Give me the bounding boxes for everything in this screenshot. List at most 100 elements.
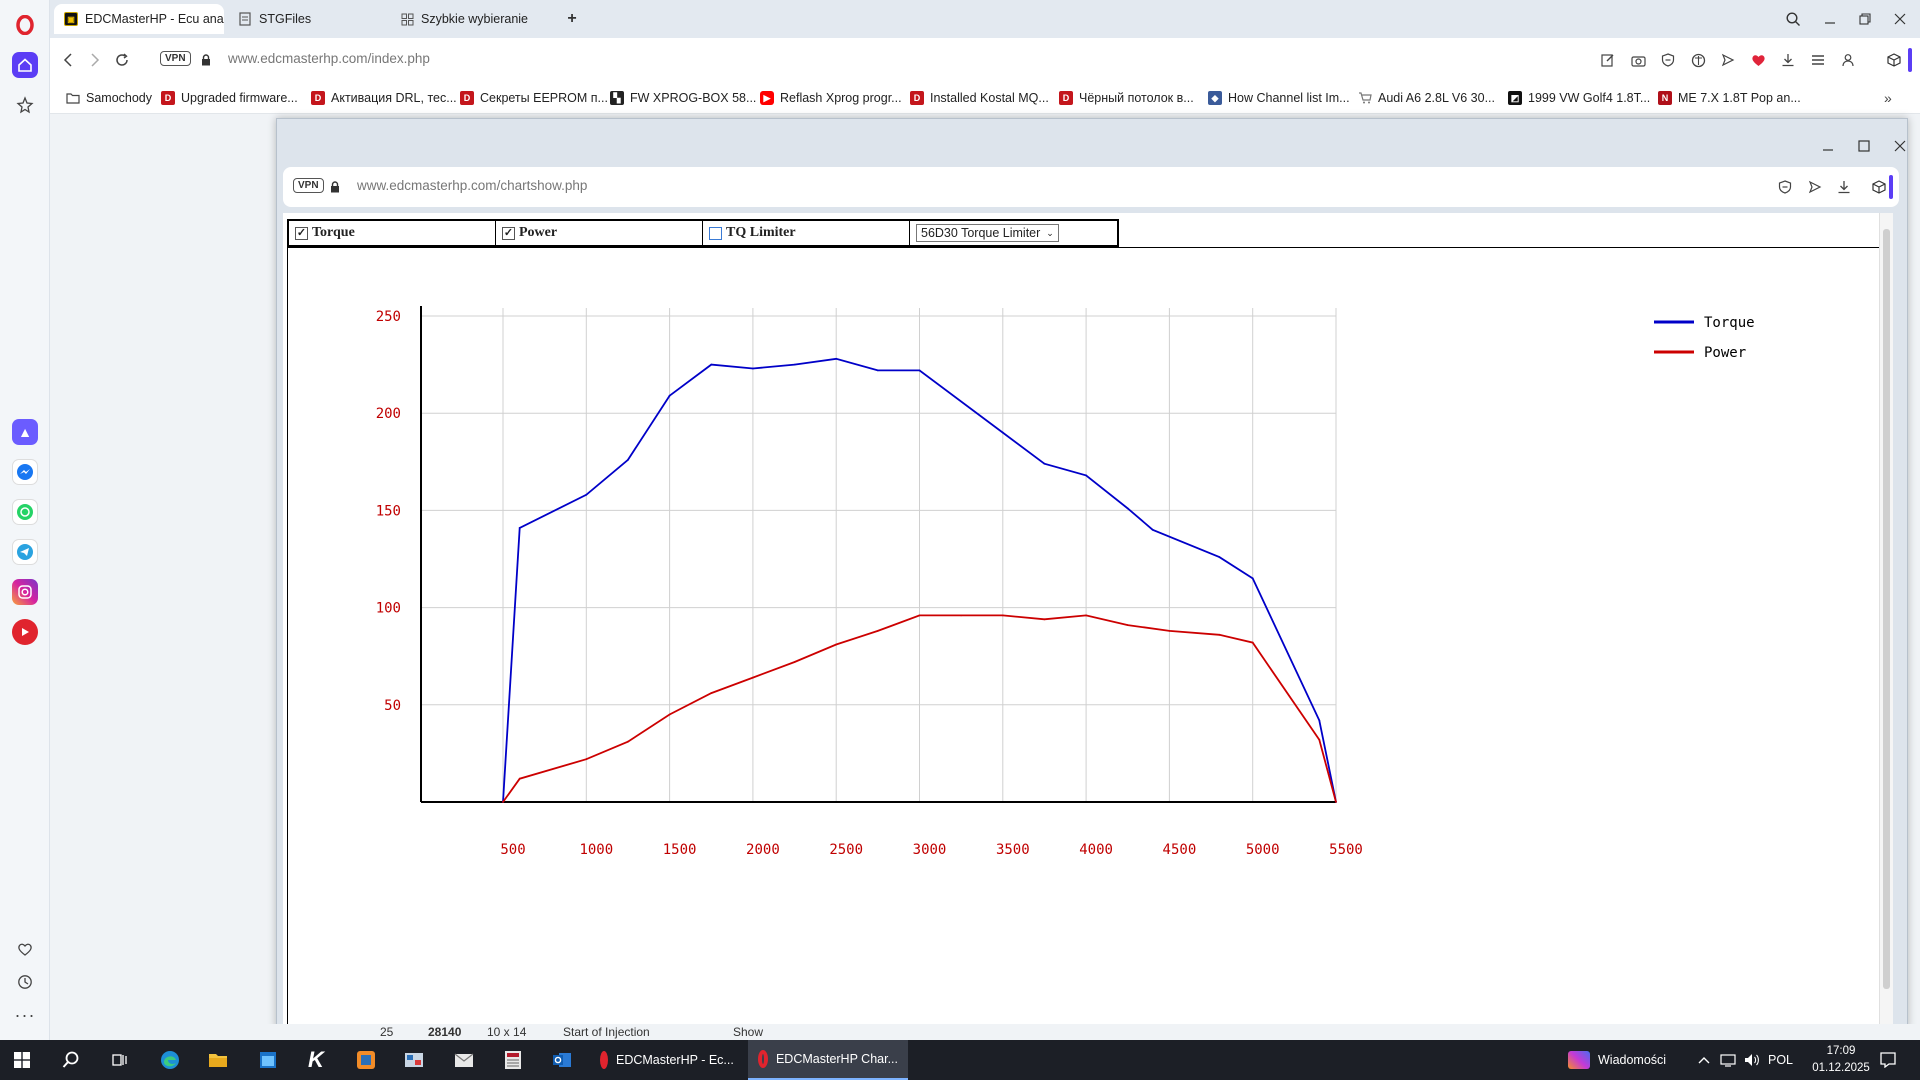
bookmark-item[interactable]: D Активация DRL, тес... <box>311 89 457 107</box>
heart-icon[interactable] <box>8 932 42 966</box>
bookmark-item[interactable]: D Upgraded firmware... <box>161 89 298 107</box>
restore-icon[interactable] <box>1850 6 1880 32</box>
adblock-icon[interactable] <box>1656 48 1680 72</box>
popup-scrollbar-thumb[interactable] <box>1883 229 1890 989</box>
news-icon <box>1568 1051 1590 1069</box>
telegram-icon[interactable] <box>8 535 42 569</box>
clock[interactable]: 17:09 01.12.2025 <box>1806 1043 1876 1077</box>
close-window-icon[interactable] <box>1885 6 1915 32</box>
x-tick-label: 500 <box>500 842 525 858</box>
mail-icon[interactable] <box>450 1046 478 1074</box>
popup-adblock-icon[interactable] <box>1773 175 1797 199</box>
power-checkbox[interactable] <box>502 226 515 240</box>
popup-scrollbar[interactable] <box>1879 213 1893 1025</box>
forward-icon[interactable] <box>83 48 107 72</box>
history-icon[interactable] <box>8 965 42 999</box>
extensions-icon[interactable] <box>1882 48 1906 72</box>
aria-icon[interactable]: ▲ <box>8 415 42 449</box>
popup-minimize-icon[interactable] <box>1813 133 1843 159</box>
whatsapp-icon[interactable] <box>8 495 42 529</box>
search-icon[interactable] <box>57 1046 85 1074</box>
windows-start-icon[interactable] <box>8 1046 36 1074</box>
tq-limiter-toggle[interactable]: TQ Limiter <box>703 221 910 245</box>
popup-lock-icon[interactable] <box>323 175 347 199</box>
folder-icon <box>66 91 80 105</box>
tab-speed-dial[interactable]: Szybkie wybieranie <box>390 4 560 34</box>
edge-icon[interactable] <box>156 1046 184 1074</box>
power-toggle[interactable]: Power <box>496 221 703 245</box>
tab-edcmasterhp[interactable]: ▣ EDCMasterHP - Ecu analy <box>54 4 224 34</box>
k-app-icon[interactable]: K <box>302 1046 330 1074</box>
opera-logo-icon[interactable] <box>8 8 42 42</box>
translate-icon[interactable] <box>1686 48 1710 72</box>
bookmark-item[interactable]: Samochody <box>66 89 152 107</box>
torque-checkbox[interactable] <box>295 226 308 240</box>
file-explorer-icon[interactable] <box>204 1046 232 1074</box>
bookmark-item[interactable]: Audi A6 2.8L V6 30... <box>1358 89 1495 107</box>
notifications-icon[interactable] <box>1874 1046 1902 1074</box>
data-point-torque <box>710 363 713 366</box>
new-tab-button[interactable]: + <box>557 6 587 32</box>
home-icon[interactable] <box>8 48 42 82</box>
bookmark-item[interactable]: ◩ 1999 VW Golf4 1.8T... <box>1508 89 1650 107</box>
reload-icon[interactable] <box>110 48 134 72</box>
tq-limiter-checkbox[interactable] <box>709 226 722 240</box>
bookmark-item[interactable]: ▶ Reflash Xprog progr... <box>760 89 902 107</box>
camera-icon[interactable] <box>1626 48 1650 72</box>
utility-app-icon[interactable] <box>400 1046 428 1074</box>
tab-stgfiles[interactable]: STGFiles <box>228 4 388 34</box>
address-field[interactable]: www.edcmasterhp.com/index.php <box>228 51 430 66</box>
popup-extensions-icon[interactable] <box>1867 175 1891 199</box>
calculator-app-icon[interactable] <box>499 1046 527 1074</box>
instagram-icon[interactable] <box>8 575 42 609</box>
news-widget[interactable]: Wiadomości <box>1558 1040 1676 1080</box>
x-tick-label: 2500 <box>829 842 863 858</box>
music-player-icon[interactable] <box>8 615 42 649</box>
popup-download-icon[interactable] <box>1832 175 1856 199</box>
back-icon[interactable] <box>56 48 80 72</box>
language-indicator[interactable]: POL <box>1762 1040 1799 1080</box>
popup-address-field[interactable]: www.edcmasterhp.com/chartshow.php <box>357 178 587 193</box>
limiter-select-cell: 56D30 Torque Limiter ⌄ <box>910 221 1117 245</box>
limiter-map-select[interactable]: 56D30 Torque Limiter ⌄ <box>916 224 1059 242</box>
bookmark-item[interactable]: ◆ How Channel list Im... <box>1208 89 1350 107</box>
torque-toggle[interactable]: Torque <box>289 221 496 245</box>
send-icon[interactable] <box>1716 48 1740 72</box>
taskbar-app-label: EDCMasterHP Char... <box>775 1052 898 1066</box>
popup-close-icon[interactable] <box>1885 133 1915 159</box>
bookmark-item[interactable]: ▚ FW XPROG-BOX 58... <box>610 89 756 107</box>
popup-send-icon[interactable] <box>1803 175 1827 199</box>
outlook-icon[interactable] <box>548 1046 576 1074</box>
messenger-icon[interactable] <box>8 455 42 489</box>
torque-toggle-label: Torque <box>312 225 355 240</box>
popup-maximize-icon[interactable] <box>1849 133 1879 159</box>
popup-vpn-badge[interactable]: VPN <box>293 178 324 193</box>
minimize-icon[interactable] <box>1815 6 1845 32</box>
profile-icon[interactable] <box>1836 48 1860 72</box>
orange-app-icon[interactable] <box>352 1046 380 1074</box>
pinboard-icon[interactable] <box>8 88 42 122</box>
page-icon <box>238 12 252 26</box>
edit-icon[interactable] <box>1596 48 1620 72</box>
bookmark-item[interactable]: N ME 7.X 1.8T Pop an... <box>1658 89 1801 107</box>
under-cell[interactable]: Show <box>733 1025 763 1039</box>
bookmark-item[interactable]: D Секреты EEPROM п... <box>460 89 608 107</box>
under-cell: 25 <box>380 1025 394 1039</box>
taskbar-app-edcmasterhp[interactable]: EDCMasterHP - Ec... <box>590 1040 742 1080</box>
bookmark-item[interactable]: D Installed Kostal MQ... <box>910 89 1049 107</box>
taskbar-app-chart[interactable]: EDCMasterHP Char... <box>748 1040 908 1080</box>
x-tick-label: 4500 <box>1163 842 1197 858</box>
download-icon[interactable] <box>1776 48 1800 72</box>
app-window-icon[interactable] <box>254 1046 282 1074</box>
more-icon[interactable]: ··· <box>8 998 42 1032</box>
lock-icon[interactable] <box>194 48 218 72</box>
bookmarks-overflow-icon[interactable]: » <box>1884 89 1892 107</box>
task-view-icon[interactable] <box>106 1046 134 1074</box>
url-path: /index.php <box>367 51 430 66</box>
bookmark-label: Reflash Xprog progr... <box>780 91 902 105</box>
easy-setup-icon[interactable] <box>1806 48 1830 72</box>
favorite-heart-icon[interactable] <box>1746 48 1770 72</box>
bookmark-item[interactable]: D Чёрный потолок в... <box>1059 89 1194 107</box>
search-tabs-icon[interactable] <box>1778 6 1808 32</box>
vpn-badge[interactable]: VPN <box>160 51 191 66</box>
